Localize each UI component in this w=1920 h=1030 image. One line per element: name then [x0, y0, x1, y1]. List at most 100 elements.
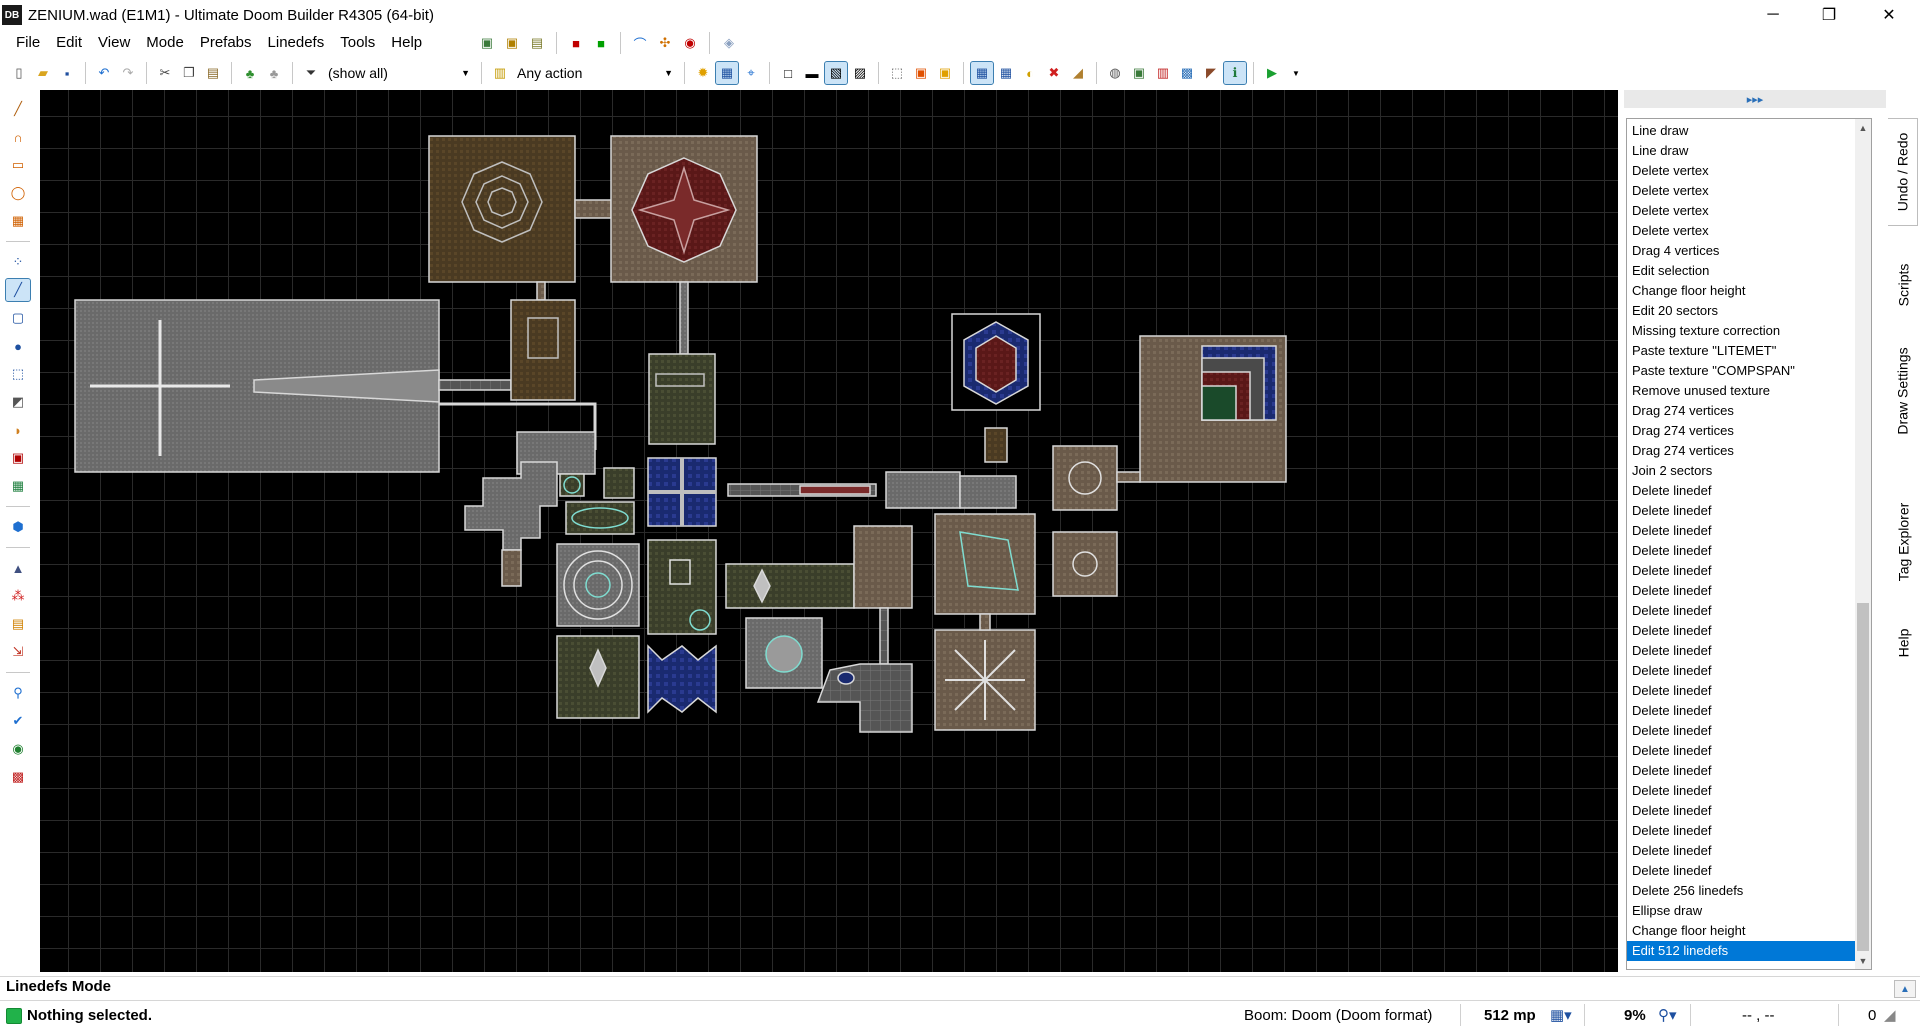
fog-icon[interactable]: ▥ — [1152, 62, 1174, 84]
save-map-icon[interactable]: ▪ — [56, 62, 78, 84]
sky-icon[interactable]: ▩ — [1176, 62, 1198, 84]
expand-info-panel-icon[interactable]: ▲ — [1894, 980, 1916, 998]
color-picker-icon[interactable]: ▦ — [6, 475, 30, 497]
history-item[interactable]: Line draw — [1627, 121, 1857, 141]
history-item[interactable]: Delete linedef — [1627, 681, 1857, 701]
history-item[interactable]: Delete vertex — [1627, 161, 1857, 181]
snap-grid-icon[interactable]: ✣ — [654, 32, 676, 54]
draw-curve-icon[interactable]: ∩ — [6, 126, 30, 148]
history-item[interactable]: Ellipse draw — [1627, 901, 1857, 921]
scroll-down-icon[interactable]: ▼ — [1855, 952, 1871, 969]
history-item[interactable]: Delete linedef — [1627, 741, 1857, 761]
history-item[interactable]: Delete linedef — [1627, 601, 1857, 621]
brightness-icon[interactable]: ✹ — [692, 62, 714, 84]
build-nodes-icon[interactable]: ▣ — [501, 32, 523, 54]
undo-history-list[interactable]: Line draw Line draw Delete vertex Delete ve… — [1626, 118, 1872, 970]
copy-props-icon[interactable]: ▣ — [910, 62, 932, 84]
sector-colors-icon[interactable]: ◐ — [1019, 62, 1041, 84]
history-item[interactable]: Join 2 sectors — [1627, 461, 1857, 481]
history-item[interactable]: Delete linedef — [1627, 761, 1857, 781]
history-item[interactable]: Delete linedef — [1627, 781, 1857, 801]
globe-icon[interactable]: ◉ — [6, 738, 30, 760]
check-map-icon[interactable]: ✔ — [6, 710, 30, 732]
scrollbar-thumb[interactable] — [1857, 603, 1869, 951]
history-item[interactable]: Delete linedef — [1627, 521, 1857, 541]
history-item[interactable]: Delete linedef — [1627, 861, 1857, 881]
draw-rectangle-icon[interactable]: ▭ — [6, 154, 30, 176]
history-item[interactable]: Delete vertex — [1627, 181, 1857, 201]
select-tool-icon[interactable]: ⬚ — [886, 62, 908, 84]
scroll-up-icon[interactable]: ▲ — [1855, 119, 1871, 136]
merge-geometry-icon[interactable]: ◉ — [679, 32, 701, 54]
view-floors-icon[interactable]: ▧ — [824, 61, 848, 85]
menu-view[interactable]: View — [90, 30, 138, 56]
tab-draw-settings[interactable]: Draw Settings — [1888, 336, 1918, 446]
history-item[interactable]: Remove unused texture — [1627, 381, 1857, 401]
edit-selection-icon[interactable]: ⬚ — [6, 363, 30, 385]
redo-icon[interactable]: ↷ — [117, 62, 139, 84]
volume-icon[interactable]: ◢ — [1884, 1000, 1896, 1030]
history-item[interactable]: Delete linedef — [1627, 821, 1857, 841]
view-ceilings-icon[interactable]: ▨ — [849, 62, 871, 84]
minimize-button[interactable]: ─ — [1744, 0, 1802, 30]
history-item[interactable]: Drag 4 vertices — [1627, 241, 1857, 261]
history-item[interactable]: Delete linedef — [1627, 501, 1857, 521]
models-icon[interactable]: ▣ — [1128, 62, 1150, 84]
sound-propagation-icon[interactable]: ◗ — [6, 419, 30, 441]
history-item[interactable]: Paste texture "LITEMET" — [1627, 341, 1857, 361]
insert-prefab-icon[interactable]: ♣ — [239, 62, 261, 84]
new-map-icon[interactable]: ▯ — [8, 62, 30, 84]
history-item[interactable]: Delete linedef — [1627, 481, 1857, 501]
zoom-icon[interactable]: ⚲▾ — [1658, 1000, 1677, 1030]
view-normal-icon[interactable]: □ — [777, 62, 799, 84]
menu-prefabs[interactable]: Prefabs — [192, 30, 260, 56]
bridge-mode-icon[interactable]: ◩ — [6, 391, 30, 413]
paste-icon[interactable]: ▤ — [202, 62, 224, 84]
grid-toggle-icon[interactable]: ▦ — [715, 61, 739, 85]
action-filter-combo[interactable]: Any action ▼ — [513, 62, 677, 84]
draw-lines-icon[interactable]: ╱ — [6, 98, 30, 120]
find-icon[interactable]: ⚲ — [6, 682, 30, 704]
export-icon[interactable]: ⇲ — [6, 641, 30, 663]
history-scrollbar[interactable]: ▲ ▼ — [1855, 119, 1871, 969]
tag-icon[interactable]: ◈ — [718, 32, 740, 54]
tab-scripts[interactable]: Scripts — [1888, 250, 1918, 320]
open-map-icon[interactable]: ▰ — [32, 62, 54, 84]
tag-next-icon[interactable]: ■ — [590, 32, 612, 54]
menu-mode[interactable]: Mode — [138, 30, 192, 56]
menu-help[interactable]: Help — [383, 30, 430, 56]
things-filter-combo[interactable]: (show all) ▼ — [324, 62, 474, 84]
history-item[interactable]: Delete linedef — [1627, 701, 1857, 721]
tab-help[interactable]: Help — [1888, 618, 1918, 668]
history-item[interactable]: Delete linedef — [1627, 641, 1857, 661]
history-item[interactable]: Missing texture correction — [1627, 321, 1857, 341]
maximize-button[interactable]: ❐ — [1800, 0, 1858, 30]
history-item[interactable]: Line draw — [1627, 141, 1857, 161]
sound-environment-icon[interactable]: ▣ — [6, 447, 30, 469]
copy-icon[interactable]: ❐ — [178, 62, 200, 84]
history-item[interactable]: Delete linedef — [1627, 621, 1857, 641]
sector-colors-icon[interactable]: ⁂ — [6, 585, 30, 607]
gradient-icon[interactable]: ✖ — [1043, 62, 1065, 84]
tag-range-icon[interactable]: ■ — [565, 32, 587, 54]
grid-icon[interactable]: ▦▾ — [1550, 1000, 1572, 1030]
vertices-mode-icon[interactable]: ⁘ — [6, 251, 30, 273]
close-button[interactable]: ✕ — [1860, 0, 1918, 30]
history-item[interactable]: Edit 512 linedefs — [1627, 941, 1857, 961]
expand-panel-icon[interactable]: ▸▸▸ — [1747, 93, 1764, 106]
map-canvas[interactable] — [40, 90, 1618, 972]
history-item[interactable]: Change floor height — [1627, 281, 1857, 301]
grid-double-icon[interactable]: ▦ — [995, 62, 1017, 84]
tab-tag-explorer[interactable]: Tag Explorer — [1888, 490, 1918, 594]
info-icon[interactable]: ℹ — [1223, 61, 1247, 85]
history-item[interactable]: Delete linedef — [1627, 581, 1857, 601]
menu-edit[interactable]: Edit — [48, 30, 90, 56]
cut-icon[interactable]: ✂ — [154, 62, 176, 84]
grid-setup-icon[interactable]: ▦ — [970, 61, 994, 85]
history-item[interactable]: Drag 274 vertices — [1627, 421, 1857, 441]
dynamic-light-icon[interactable]: ◤ — [1200, 62, 1222, 84]
import-icon[interactable]: ▤ — [6, 613, 30, 635]
history-item[interactable]: Delete linedef — [1627, 541, 1857, 561]
flip-icon[interactable]: ◢ — [1067, 62, 1089, 84]
view-brightness-icon[interactable]: ▬ — [801, 62, 823, 84]
